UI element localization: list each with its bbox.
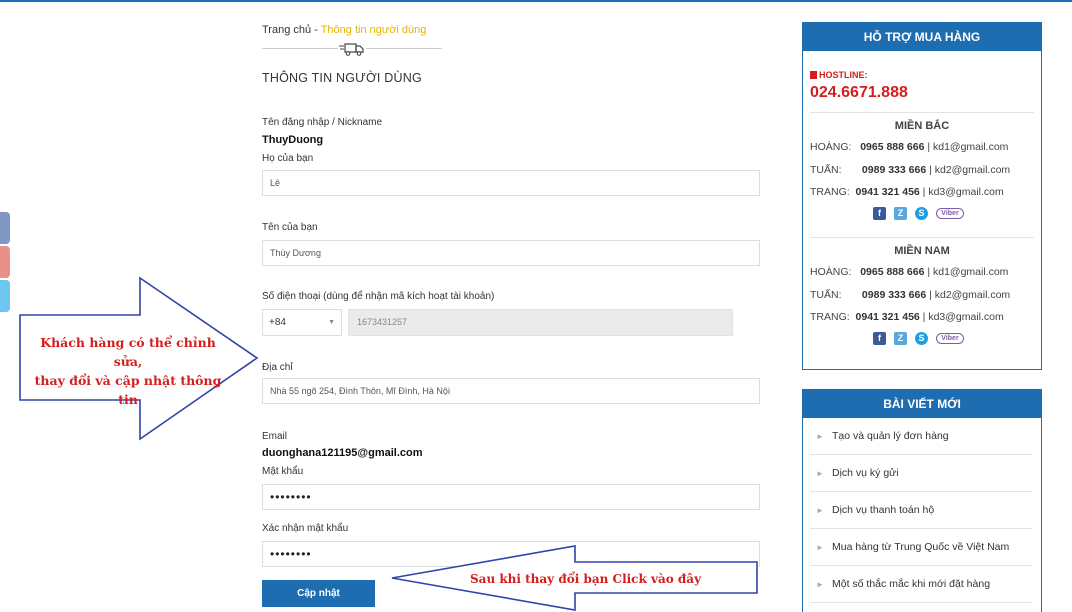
- top-accent-line: [0, 0, 1072, 2]
- news-item[interactable]: ► Mua hàng từ Trung Quốc về Việt Nam: [810, 529, 1032, 566]
- breadcrumb: Trang chủ - Thông tin người dùng: [262, 24, 426, 36]
- region-south-title: MIỀN NAM: [894, 245, 950, 257]
- lastname-label: Họ của bạn: [262, 153, 314, 164]
- address-label: Địa chỉ: [262, 362, 293, 373]
- divider: [810, 237, 1034, 238]
- contact-email[interactable]: | kd3@gmail.com: [923, 311, 1004, 323]
- contact-name: HOÀNG:: [810, 266, 852, 278]
- skype-icon[interactable]: S: [915, 207, 928, 220]
- contact-phone[interactable]: 0965 888 666: [860, 266, 924, 278]
- facebook-side-tab[interactable]: [0, 212, 10, 244]
- phone-icon: [810, 71, 817, 79]
- confirm-password-input[interactable]: ••••••••: [262, 541, 760, 567]
- contact-row: TRANG: 0941 321 456 | kd3@gmail.com: [810, 311, 1004, 323]
- contact-name: TUẤN:: [810, 289, 842, 301]
- email-value: duonghana121195@gmail.com: [262, 447, 423, 459]
- firstname-label: Tên của bạn: [262, 222, 318, 233]
- contact-row: TUẤN: 0989 333 666 | kd2@gmail.com: [810, 164, 1010, 176]
- news-item-label: Một số thắc mắc khi mới đặt hàng: [832, 578, 991, 590]
- facebook-icon[interactable]: f: [873, 332, 886, 345]
- hotline-label: HOSTLINE:: [810, 70, 868, 80]
- contact-name: HOÀNG:: [810, 141, 852, 153]
- news-item-label: Tạo và quản lý đơn hàng: [832, 430, 949, 442]
- contact-name: TRANG:: [810, 311, 850, 323]
- bullet-arrow-icon: ►: [816, 543, 824, 552]
- annotation-edit-info: Khách hàng có thể chỉnh sửa, thay đổi và…: [28, 333, 228, 409]
- contact-email[interactable]: | kd1@gmail.com: [927, 141, 1008, 153]
- firstname-input[interactable]: Thùy Dương: [262, 240, 760, 266]
- bullet-arrow-icon: ►: [816, 580, 824, 589]
- divider: [810, 112, 1034, 113]
- contact-email[interactable]: | kd2@gmail.com: [929, 289, 1010, 301]
- bullet-arrow-icon: ►: [816, 469, 824, 478]
- social-icons-south: f Z S Viber: [873, 332, 973, 348]
- social-icons-north: f Z S Viber: [873, 207, 973, 223]
- confirm-password-label: Xác nhận mật khẩu: [262, 523, 349, 534]
- breadcrumb-separator: -: [311, 24, 321, 36]
- contact-email[interactable]: | kd3@gmail.com: [923, 186, 1004, 198]
- page-title: THÔNG TIN NGƯỜI DÙNG: [262, 71, 422, 85]
- contact-row: HOÀNG: 0965 888 666 | kd1@gmail.com: [810, 266, 1008, 278]
- contact-email[interactable]: | kd1@gmail.com: [927, 266, 1008, 278]
- support-box: HỖ TRỢ MUA HÀNG HOSTLINE: 024.6671.888 M…: [802, 22, 1042, 370]
- chevron-down-icon: ▼: [328, 319, 335, 326]
- zalo-icon[interactable]: Z: [894, 332, 907, 345]
- annotation-line-1: Khách hàng có thể chỉnh sửa,: [40, 335, 216, 369]
- contact-phone[interactable]: 0989 333 666: [862, 164, 926, 176]
- contact-phone[interactable]: 0941 321 456: [856, 186, 920, 198]
- news-item[interactable]: ► Dịch vụ ký gửi: [810, 455, 1032, 492]
- contact-phone[interactable]: 0941 321 456: [856, 311, 920, 323]
- breadcrumb-home-link[interactable]: Trang chủ: [262, 24, 311, 36]
- contact-row: TUẤN: 0989 333 666 | kd2@gmail.com: [810, 289, 1010, 301]
- skype-icon[interactable]: S: [915, 332, 928, 345]
- annotation-line-2: thay đổi và cập nhật thông tin: [34, 373, 222, 407]
- news-item[interactable]: ► Dịch vụ thanh toán hộ: [810, 492, 1032, 529]
- contact-phone[interactable]: 0965 888 666: [860, 141, 924, 153]
- region-north-title: MIỀN BẮC: [894, 120, 950, 132]
- google-side-tab[interactable]: [0, 246, 10, 278]
- truck-icon: [338, 41, 366, 57]
- bullet-arrow-icon: ►: [816, 506, 824, 515]
- annotation-click-here: Sau khi thay đổi bạn Click vào đây: [470, 572, 702, 586]
- contact-name: TUẤN:: [810, 164, 842, 176]
- twitter-side-tab[interactable]: [0, 280, 10, 312]
- viber-icon[interactable]: Viber: [936, 333, 964, 344]
- password-input[interactable]: ••••••••: [262, 484, 760, 510]
- username-value: ThuyDuong: [262, 134, 324, 146]
- viber-icon[interactable]: Viber: [936, 208, 964, 219]
- contact-email[interactable]: | kd2@gmail.com: [929, 164, 1010, 176]
- news-item[interactable]: ► Tạo và quản lý đơn hàng: [810, 418, 1032, 455]
- breadcrumb-current: Thông tin người dùng: [320, 24, 427, 36]
- phone-label: Số điện thoại (dùng để nhận mã kích hoạt…: [262, 291, 495, 302]
- contact-row: HOÀNG: 0965 888 666 | kd1@gmail.com: [810, 141, 1008, 153]
- news-item-label: Dịch vụ ký gửi: [832, 467, 899, 479]
- bullet-arrow-icon: ►: [816, 432, 824, 441]
- contact-name: TRANG:: [810, 186, 850, 198]
- country-code-value: +84: [269, 317, 286, 328]
- news-item-label: Mua hàng từ Trung Quốc về Việt Nam: [832, 541, 1010, 553]
- news-item-label: Dịch vụ thanh toán hộ: [832, 504, 935, 516]
- email-label: Email: [262, 431, 288, 442]
- news-box-title: BÀI VIẾT MỚI: [803, 390, 1041, 418]
- password-label: Mật khẩu: [262, 466, 304, 477]
- news-box: BÀI VIẾT MỚI ► Tạo và quản lý đơn hàng ► D…: [802, 389, 1042, 612]
- zalo-icon[interactable]: Z: [894, 207, 907, 220]
- contact-row: TRANG: 0941 321 456 | kd3@gmail.com: [810, 186, 1004, 198]
- contact-phone[interactable]: 0989 333 666: [862, 289, 926, 301]
- news-item[interactable]: ► Một số thắc mắc khi mới đặt hàng: [810, 566, 1032, 603]
- facebook-icon[interactable]: f: [873, 207, 886, 220]
- lastname-input[interactable]: Lê: [262, 170, 760, 196]
- update-button[interactable]: Cập nhật: [262, 580, 375, 607]
- hotline-label-text: HOSTLINE:: [819, 70, 868, 80]
- hotline-number[interactable]: 024.6671.888: [810, 84, 908, 102]
- address-input[interactable]: Nhà 55 ngõ 254, Đình Thôn, Mĩ Đình, Hà N…: [262, 378, 760, 404]
- country-code-select[interactable]: +84 ▼: [262, 309, 342, 336]
- username-label: Tên đăng nhập / Nickname: [262, 117, 383, 128]
- support-box-title: HỖ TRỢ MUA HÀNG: [803, 23, 1041, 51]
- phone-input: 1673431257: [348, 309, 733, 336]
